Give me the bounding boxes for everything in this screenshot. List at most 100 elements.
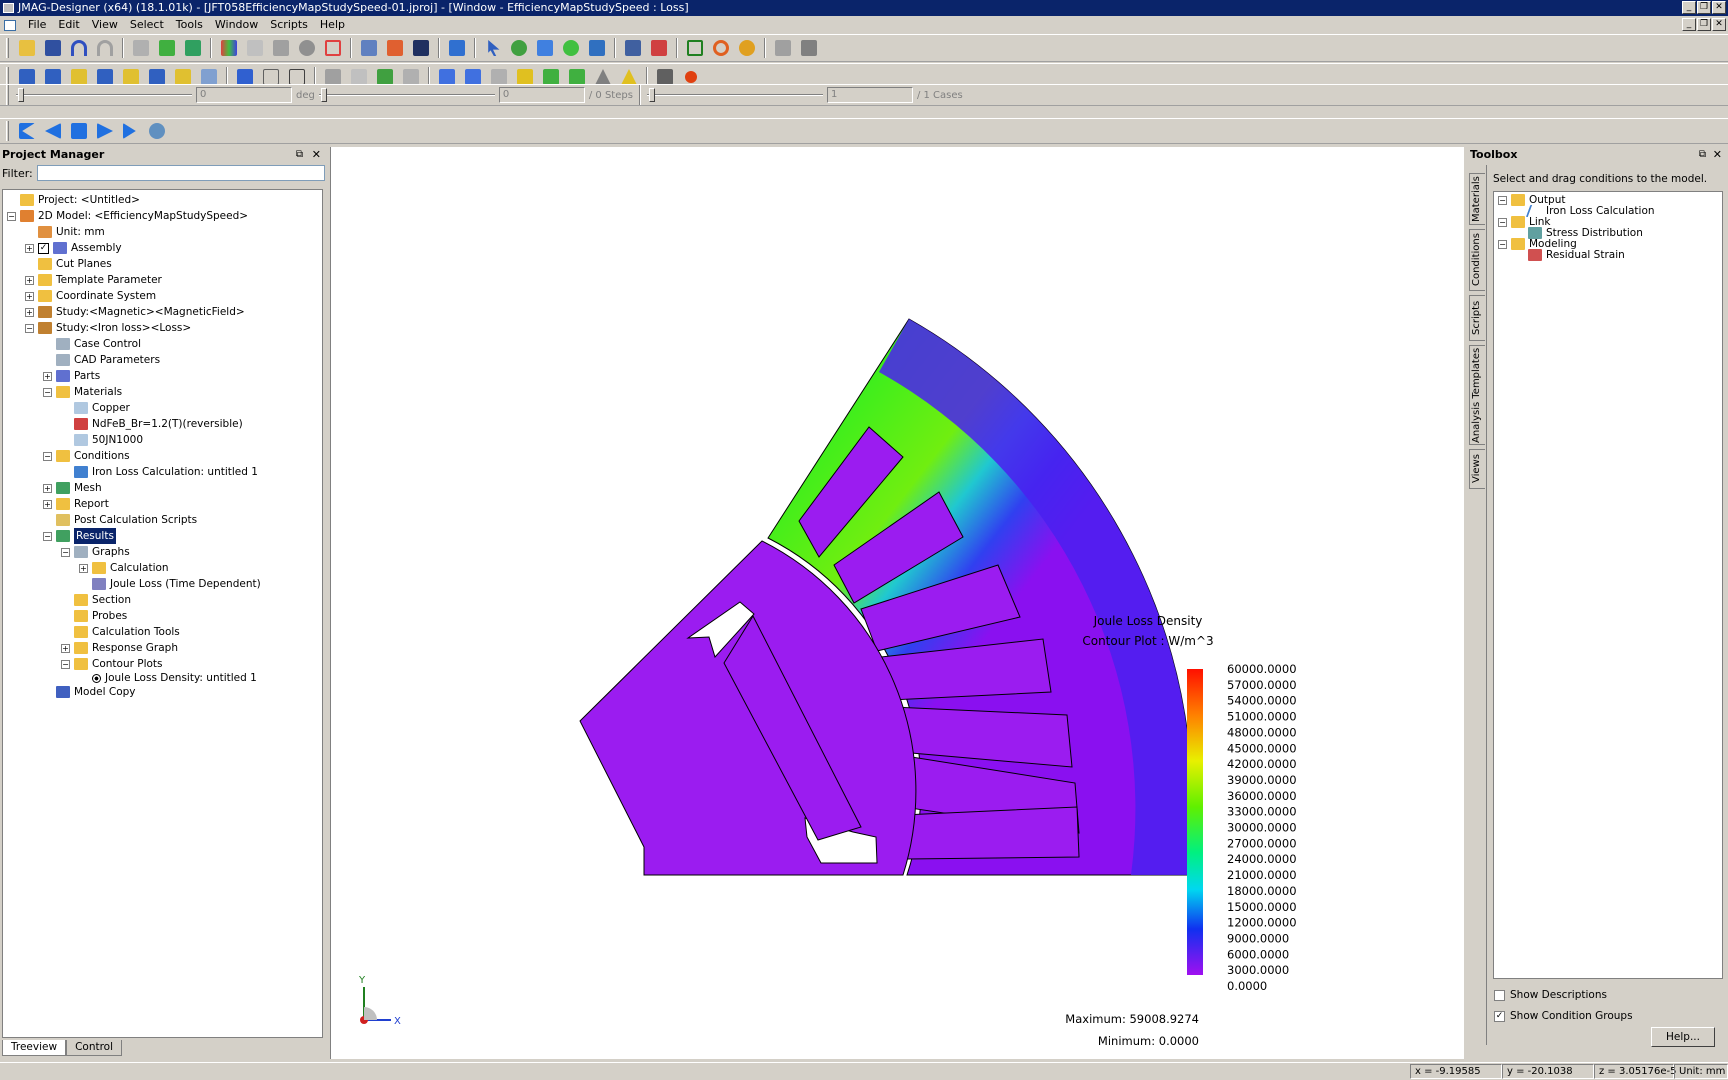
tree-node-cad-parameters[interactable]: CAD Parameters (43, 352, 160, 368)
tree-node-template-parameter[interactable]: + Template Parameter (25, 272, 162, 288)
expander-icon[interactable]: − (25, 323, 34, 333)
zoom-icon[interactable] (508, 37, 530, 59)
tree-node-graphs[interactable]: − Graphs (61, 544, 130, 560)
tree-node-case-control[interactable]: Case Control (43, 336, 141, 352)
tree-node-mesh[interactable]: + Mesh (43, 480, 102, 496)
expander-icon[interactable]: − (43, 451, 52, 461)
angle-slider[interactable] (16, 86, 192, 104)
expander-icon[interactable]: − (7, 211, 16, 221)
toolbox-node-residual-strain[interactable]: Residual Strain (1528, 247, 1625, 263)
tree-node-conditions[interactable]: − Conditions (43, 448, 130, 464)
tab-analysis-templates[interactable]: Analysis Templates (1469, 345, 1485, 445)
tree-node-ndfeb-br-1-2-t-reversible[interactable]: NdFeB_Br=1.2(T)(reversible) (61, 416, 243, 432)
tree-node-study-magnetic-magneticfield[interactable]: + Study:<Magnetic><MagneticField> (25, 304, 245, 320)
tree-node-unit-mm[interactable]: Unit: mm (25, 224, 105, 240)
tree-node-results[interactable]: − Results (43, 528, 116, 544)
rotate-icon[interactable] (560, 37, 582, 59)
menu-tools[interactable]: Tools (170, 16, 209, 34)
tree-node-assembly[interactable]: + ✓ Assembly (25, 240, 122, 256)
menu-help[interactable]: Help (314, 16, 351, 34)
select-arrow-icon[interactable] (482, 37, 504, 59)
tree-node-post-calculation-scripts[interactable]: Post Calculation Scripts (43, 512, 197, 528)
expander-icon[interactable]: − (61, 659, 70, 669)
tree-node-project-untitled[interactable]: Project: <Untitled> (7, 192, 140, 208)
layout-icon[interactable] (798, 37, 820, 59)
open-icon[interactable] (16, 37, 38, 59)
print-icon[interactable] (130, 37, 152, 59)
tab-control[interactable]: Control (66, 1040, 123, 1056)
help-button[interactable]: Help... (1651, 1027, 1715, 1047)
tab-treeview[interactable]: Treeview (2, 1040, 67, 1056)
filter-input[interactable] (36, 165, 325, 181)
tab-materials[interactable]: Materials (1469, 173, 1485, 225)
expander-icon[interactable]: + (79, 563, 88, 573)
graph-icon[interactable] (358, 37, 380, 59)
expander-icon[interactable]: + (43, 499, 52, 509)
expander-icon[interactable]: + (25, 291, 34, 301)
menu-scripts[interactable]: Scripts (264, 16, 314, 34)
expander-icon[interactable]: + (25, 243, 34, 253)
result-icon[interactable] (384, 37, 406, 59)
box-icon[interactable] (322, 37, 344, 59)
close-button[interactable]: ✕ (1712, 1, 1726, 14)
case-field[interactable]: 1 (826, 87, 913, 103)
measure-icon[interactable] (622, 37, 644, 59)
tree-node-50jn1000[interactable]: 50JN1000 (61, 432, 143, 448)
mdi-restore-button[interactable]: ❐ (1697, 18, 1711, 31)
show-descriptions-checkbox[interactable]: Show Descriptions (1494, 989, 1607, 1001)
project-tree[interactable]: Project: <Untitled> − 2D Model: <Efficienc… (2, 189, 323, 1038)
mesh-settings-icon[interactable] (270, 37, 292, 59)
tab-views[interactable]: Views (1469, 449, 1485, 489)
expander-icon[interactable]: + (43, 371, 52, 381)
contour-plot[interactable]: Y X Joule Loss Density Contour Plot : W/… (331, 147, 1465, 1059)
document-icon[interactable] (4, 19, 16, 31)
expander-icon[interactable]: + (61, 643, 70, 653)
expander-icon[interactable]: + (43, 483, 52, 493)
editor-icon[interactable] (410, 37, 432, 59)
expander-icon[interactable]: + (25, 307, 34, 317)
close-icon[interactable]: ✕ (312, 147, 321, 163)
select-frame-icon[interactable] (684, 37, 706, 59)
menu-window[interactable]: Window (209, 16, 264, 34)
first-frame-icon[interactable] (16, 120, 38, 142)
expander-icon[interactable]: + (25, 275, 34, 285)
mdi-close-button[interactable]: ✕ (1712, 18, 1726, 31)
show-condition-groups-checkbox[interactable]: ✓ Show Condition Groups (1494, 1010, 1633, 1022)
stop-icon[interactable] (68, 120, 90, 142)
calculator-icon[interactable] (648, 37, 670, 59)
angle-field[interactable]: 0 (196, 87, 292, 103)
tree-node-materials[interactable]: − Materials (43, 384, 122, 400)
previous-frame-icon[interactable] (42, 120, 64, 142)
case-slider[interactable] (646, 86, 823, 104)
tab-scripts[interactable]: Scripts (1469, 295, 1485, 341)
part-icon[interactable] (156, 37, 178, 59)
visibility-checkbox[interactable]: ✓ (38, 242, 49, 254)
toolbox-pin-icon[interactable]: ⧉ (1699, 147, 1706, 163)
tree-node-cut-planes[interactable]: Cut Planes (25, 256, 112, 272)
tree-node-copper[interactable]: Copper (61, 400, 130, 416)
menu-select[interactable]: Select (124, 16, 170, 34)
tree-node-model-copy[interactable]: Model Copy (43, 684, 136, 700)
tree-node-report[interactable]: + Report (43, 496, 109, 512)
undo-icon[interactable] (68, 37, 90, 59)
expander-icon[interactable]: − (43, 531, 52, 541)
zoom-box-icon[interactable] (534, 37, 556, 59)
tree-node-parts[interactable]: + Parts (43, 368, 100, 384)
play-icon[interactable] (94, 120, 116, 142)
tree-node-study-iron-loss-loss[interactable]: − Study:<Iron loss><Loss> (25, 320, 191, 336)
tree-node-2d-model-efficiencymapstudyspeed[interactable]: − 2D Model: <EfficiencyMapStudySpeed> (7, 208, 248, 224)
tree-node-section[interactable]: Section (61, 592, 131, 608)
pin-icon[interactable]: ⧉ (296, 147, 303, 163)
tree-node-calculation-tools[interactable]: Calculation Tools (61, 624, 180, 640)
search-icon[interactable] (710, 37, 732, 59)
tree-node-iron-loss-calculation-untitled-1[interactable]: Iron Loss Calculation: untitled 1 (61, 464, 258, 480)
menu-file[interactable]: File (22, 16, 52, 34)
animation-settings-icon[interactable] (146, 120, 168, 142)
fit-icon[interactable] (446, 37, 468, 59)
expander-icon[interactable]: − (43, 387, 52, 397)
settings-icon[interactable] (736, 37, 758, 59)
mesh-icon[interactable] (244, 37, 266, 59)
last-frame-icon[interactable] (120, 120, 142, 142)
tree-node-coordinate-system[interactable]: + Coordinate System (25, 288, 156, 304)
menu-edit[interactable]: Edit (52, 16, 85, 34)
